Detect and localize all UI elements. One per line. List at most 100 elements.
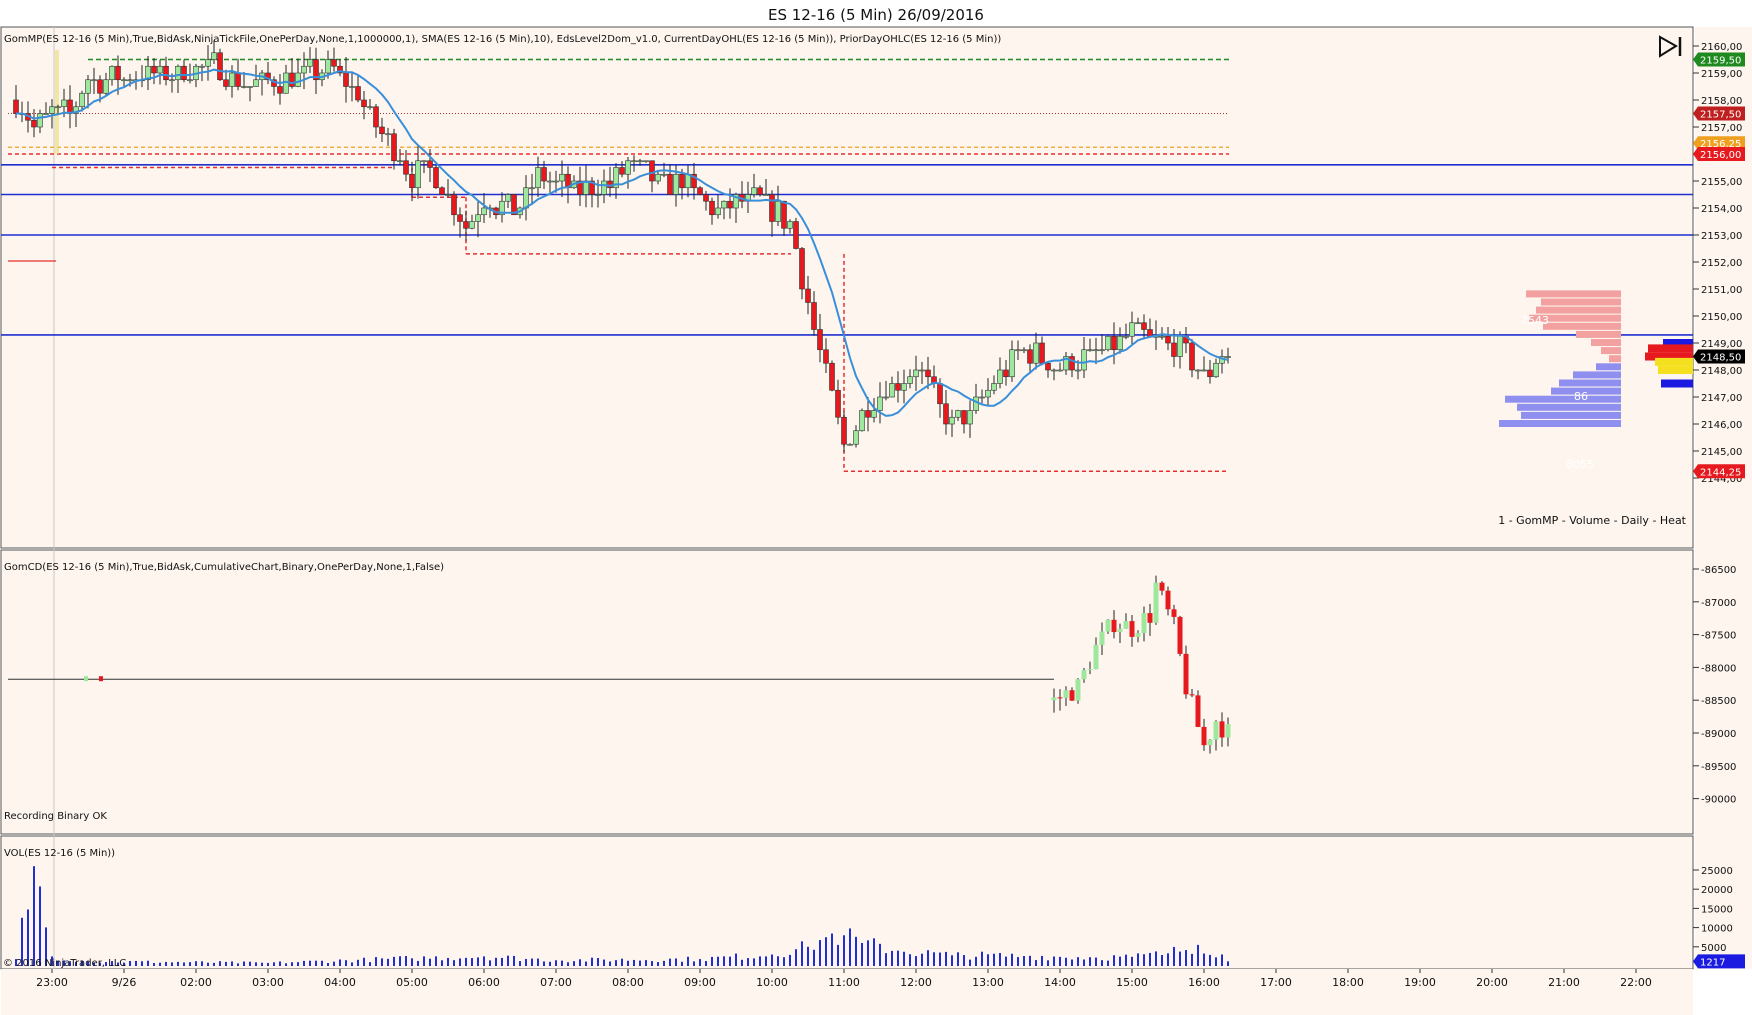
price-candle xyxy=(817,329,823,351)
volume-bar xyxy=(363,957,365,966)
volume-bar xyxy=(1119,956,1121,966)
volume-bar xyxy=(453,960,455,966)
price-candle xyxy=(235,72,241,87)
volume-bar xyxy=(651,961,653,966)
price-axis-tick-label: 2152,00 xyxy=(1701,258,1742,269)
price-candle xyxy=(169,79,175,82)
volume-bar xyxy=(1017,957,1019,966)
volume-bar xyxy=(285,963,287,966)
volume-bar xyxy=(903,951,905,966)
volume-bar xyxy=(417,960,419,966)
volume-bar xyxy=(1215,957,1217,966)
price-candle xyxy=(1135,322,1141,325)
volume-bar xyxy=(525,958,527,966)
session-open-bar xyxy=(55,50,59,154)
profile-row-bid xyxy=(1559,379,1621,387)
time-axis-tick-label: 03:00 xyxy=(252,976,284,989)
price-panel[interactable] xyxy=(0,26,1694,549)
price-candle xyxy=(67,99,73,114)
volume-bar xyxy=(933,952,935,966)
price-candle xyxy=(469,221,475,229)
volume-bar xyxy=(699,959,701,966)
volume-bar xyxy=(477,957,479,966)
volume-bar xyxy=(519,961,521,966)
volume-bar xyxy=(897,950,899,966)
time-axis-tick-label: 15:00 xyxy=(1116,976,1148,989)
price-axis-tick-label: 2154,00 xyxy=(1701,204,1742,215)
cd-candle xyxy=(1171,609,1177,617)
volume-bar xyxy=(1221,954,1223,966)
volume-bar xyxy=(879,943,881,966)
volume-bar xyxy=(993,953,995,966)
price-candle xyxy=(1069,356,1075,371)
price-axis-tick-label: 2146,00 xyxy=(1701,420,1742,431)
volume-bar xyxy=(801,941,803,966)
vol-axis-tick-label: 15000 xyxy=(1701,904,1733,915)
time-axis-tick-label: 16:00 xyxy=(1188,976,1220,989)
profile-row-bid xyxy=(1517,403,1621,411)
cd-candle xyxy=(1063,690,1069,698)
profile-row-ask xyxy=(1576,330,1621,338)
price-candle xyxy=(475,214,481,222)
price-candle xyxy=(979,396,985,399)
volume-bar xyxy=(1203,953,1205,966)
volume-bar xyxy=(279,961,281,966)
volume-bar xyxy=(1227,961,1229,966)
price-candle xyxy=(889,383,895,398)
volume-bar xyxy=(1155,951,1157,966)
price-candle xyxy=(1099,349,1105,352)
volume-bar xyxy=(693,961,695,966)
volume-bar xyxy=(969,959,971,966)
volume-panel[interactable] xyxy=(0,835,1694,970)
price-candle xyxy=(247,86,253,88)
volume-bar xyxy=(219,961,221,966)
price-candle xyxy=(529,187,535,190)
volume-bar xyxy=(591,957,593,966)
volume-bar xyxy=(783,957,785,966)
cd-candle xyxy=(1111,619,1117,633)
vol-axis-tick-label: 20000 xyxy=(1701,885,1733,896)
time-axis-tick-label: 04:00 xyxy=(324,976,356,989)
volume-bar xyxy=(345,960,347,966)
volume-bar xyxy=(429,958,431,966)
volume-bar xyxy=(627,960,629,966)
price-candle xyxy=(985,389,991,398)
cd-candle xyxy=(1183,653,1189,695)
price-candle xyxy=(1093,349,1099,352)
volume-bar xyxy=(705,960,707,966)
cd-candle xyxy=(1129,621,1135,637)
price-candle xyxy=(895,383,901,391)
cd-axis-tick-label: -89500 xyxy=(1701,762,1736,773)
price-candle xyxy=(949,416,955,425)
cd-candle xyxy=(1225,724,1231,738)
volume-bar xyxy=(567,962,569,966)
cd-candle xyxy=(1141,613,1147,634)
price-candle xyxy=(1201,369,1207,372)
price-candle xyxy=(301,65,307,74)
time-axis-tick-label: 09:00 xyxy=(684,976,716,989)
profile-label: 1 - GomMP - Volume - Daily - Heat xyxy=(1498,514,1686,527)
volume-bar xyxy=(687,956,689,966)
volume-bar xyxy=(675,958,677,966)
volume-bar xyxy=(1107,960,1109,966)
cumulative-delta-panel[interactable] xyxy=(0,549,1694,835)
price-candle xyxy=(559,173,565,182)
price-candle xyxy=(379,126,385,135)
price-candle xyxy=(961,410,967,425)
volume-bar xyxy=(849,928,851,966)
price-candle xyxy=(1075,369,1081,372)
volume-bar xyxy=(435,956,437,966)
price-candle xyxy=(289,72,295,87)
volume-last-text: 1217 xyxy=(1700,957,1725,968)
volume-bar xyxy=(1071,959,1073,966)
volume-bar xyxy=(297,962,299,966)
volume-bar xyxy=(825,937,827,966)
cd-candle xyxy=(1195,695,1201,727)
time-axis-tick-label: 05:00 xyxy=(396,976,428,989)
volume-bar xyxy=(333,961,335,966)
price-axis[interactable] xyxy=(1695,27,1752,969)
price-candle xyxy=(703,194,709,202)
price-candle xyxy=(151,65,157,74)
volume-bar xyxy=(759,956,761,966)
price-candle xyxy=(1021,349,1027,352)
